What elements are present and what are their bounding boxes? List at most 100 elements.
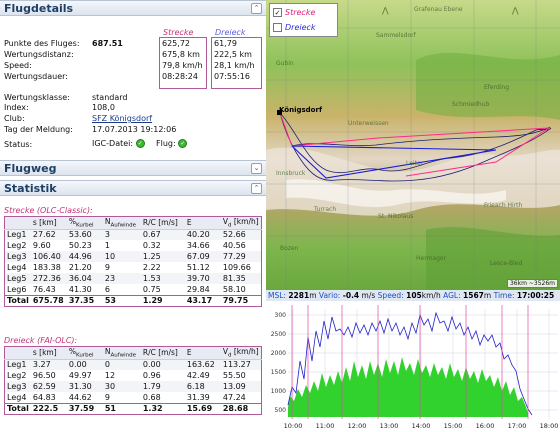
table-cell: 43.17 (184, 294, 221, 306)
table-cell: 37.59 (66, 402, 103, 414)
table-cell: 41.30 (68, 284, 92, 294)
table-cell: 28.68 (220, 402, 262, 414)
table-cell: 40.20 (184, 229, 221, 240)
check-icon[interactable]: ✓ (178, 139, 188, 148)
table-cell: 47.24 (222, 392, 246, 402)
olc-title: Strecke (OLC-Classic): (4, 206, 93, 215)
table-row: Leg3 62.59 31.30 30 1.79 6.18 13.09 (4, 381, 262, 392)
table-cell: 44.96 (66, 251, 103, 262)
col-header (4, 216, 31, 230)
legend-strecke[interactable]: ✓ Strecke (273, 8, 315, 20)
distanz-label: Wertungsdistanz: (4, 50, 74, 59)
flug-label: Flug: (156, 139, 176, 148)
time-value: 17:00:25 (516, 291, 555, 300)
place-label: Grafenau Ebene (414, 6, 463, 13)
table-cell: 36.04 (66, 273, 103, 284)
table-cell: 113.27 (220, 359, 262, 370)
table-cell: 0.96 (142, 371, 161, 380)
table-cell: 53.60 (66, 229, 103, 240)
table-cell: 6.18 (184, 381, 221, 392)
x-tick-label: 12:00 (348, 422, 367, 430)
table-cell: 163.62 (184, 359, 221, 370)
expand-icon[interactable]: ⌄ (251, 163, 262, 174)
flugdetails-title: Flugdetails (4, 2, 74, 15)
col-header: Vd [km/h] (220, 346, 262, 360)
table-cell: 29.84 (186, 284, 210, 294)
table-cell: 27.62 (30, 229, 67, 240)
club-link[interactable]: SFZ Königsdorf (92, 114, 152, 123)
check-icon[interactable]: ✓ (135, 139, 145, 148)
arrow-up-icon: ⋀ (382, 6, 389, 15)
table-cell: 10 (102, 251, 141, 262)
table-cell: 39.70 (184, 273, 221, 284)
speed-label: Speed: (377, 291, 404, 300)
fai-table: s [km] %Kurbel NAufwinde R/C [m/s] E Vd … (4, 346, 262, 415)
y-tick-label: 1500 (271, 369, 286, 376)
statistik-header[interactable]: Statistik ⌃ (0, 180, 266, 196)
flugweg-header[interactable]: Flugweg ⌄ (0, 160, 266, 176)
barogram-readout: MSL: 2281m Vario: -0.4 m/s Speed: 105km/… (266, 290, 560, 301)
status-label: Status: (4, 140, 33, 149)
x-tick-label: 17:00 (508, 422, 527, 430)
table-cell: 51.12 (186, 263, 210, 272)
barogram[interactable]: MSL: 2281m Vario: -0.4 m/s Speed: 105km/… (266, 290, 560, 432)
klasse-label: Wertungsklasse: (4, 93, 70, 102)
table-cell: 44.62 (68, 392, 92, 402)
legend-dreieck[interactable]: Dreieck (273, 23, 316, 35)
table-row: Leg1 27.62 53.60 3 0.67 40.20 52.66 (4, 229, 262, 240)
agl-value: 1567 (463, 291, 484, 300)
strecke-box: Strecke 625,72 675,8 km 79,8 km/h 08:28:… (159, 28, 207, 89)
table-cell: 81.35 (220, 273, 262, 284)
statistik-title: Statistik (4, 182, 57, 195)
table-cell: 77.29 (220, 251, 262, 262)
agl-label: AGL: (443, 291, 461, 300)
table-cell: 52.66 (220, 229, 262, 240)
table-cell: Leg4 (7, 392, 27, 402)
table-cell: 0 (102, 359, 141, 370)
table-cell: 15.69 (184, 402, 221, 414)
club-label: Club: (4, 114, 25, 123)
table-cell: 79.75 (220, 294, 262, 306)
place-label: Sammelsdorf (376, 32, 416, 39)
strecke-speed: 79,8 km/h (162, 61, 203, 70)
collapse-icon[interactable]: ⌃ (251, 3, 262, 14)
flug-status: Flug: ✓ (156, 139, 188, 148)
dreieck-box: Dreieck 61,79 222,5 km 28,1 km/h 07:55:1… (211, 28, 262, 89)
table-cell: 13.09 (220, 381, 262, 392)
dreieck-speed: 28,1 km/h (214, 61, 255, 70)
table-cell: Leg2 (7, 241, 27, 250)
place-label: Innsbruck (276, 170, 306, 177)
table-cell: 51 (102, 402, 141, 414)
igc-label: IGC-Datei: (92, 139, 134, 148)
flight-map[interactable]: ✓ Strecke Dreieck Königsdorf Grafenau Ebe… (266, 0, 560, 290)
collapse-icon[interactable]: ⌃ (251, 183, 262, 194)
place-label: Eferding (484, 84, 510, 91)
tag-value: 17.07.2013 19:12:06 (92, 125, 177, 134)
x-tick-label: 14:00 (412, 422, 431, 430)
table-cell: 0.68 (142, 392, 161, 402)
table-cell: 1.25 (140, 251, 185, 262)
time-label: Time: (493, 291, 515, 300)
olc-table: s [km] %Kurbel NAufwinde R/C [m/s] E Vd … (4, 216, 262, 307)
index-label: Index: (4, 103, 29, 112)
strecke-punkte: 625,72 (162, 39, 190, 48)
vario-label: Vario: (318, 291, 341, 300)
col-header: s [km] (30, 216, 67, 230)
checkbox-icon[interactable] (273, 23, 282, 32)
table-cell: 3 (102, 229, 141, 240)
flugdetails-header[interactable]: Flugdetails ⌃ (0, 0, 266, 16)
table-cell: 31.30 (66, 381, 103, 392)
table-cell: Leg6 (7, 284, 27, 294)
col-header: E (184, 216, 221, 230)
place-label: St. Nikolaus (378, 213, 414, 220)
table-cell: 21.20 (68, 263, 92, 272)
msl-value: 2281 (288, 291, 310, 300)
col-header: NAufwinde (102, 216, 141, 230)
start-label: Königsdorf (279, 106, 322, 114)
arrow-up-icon: ⋀ (512, 6, 519, 15)
place-label: Turrach (314, 206, 337, 213)
msl-label: MSL: (268, 291, 286, 300)
y-tick-label: 2500 (271, 331, 286, 338)
checkbox-icon[interactable]: ✓ (273, 8, 282, 17)
x-tick-label: 10:00 (284, 422, 303, 430)
